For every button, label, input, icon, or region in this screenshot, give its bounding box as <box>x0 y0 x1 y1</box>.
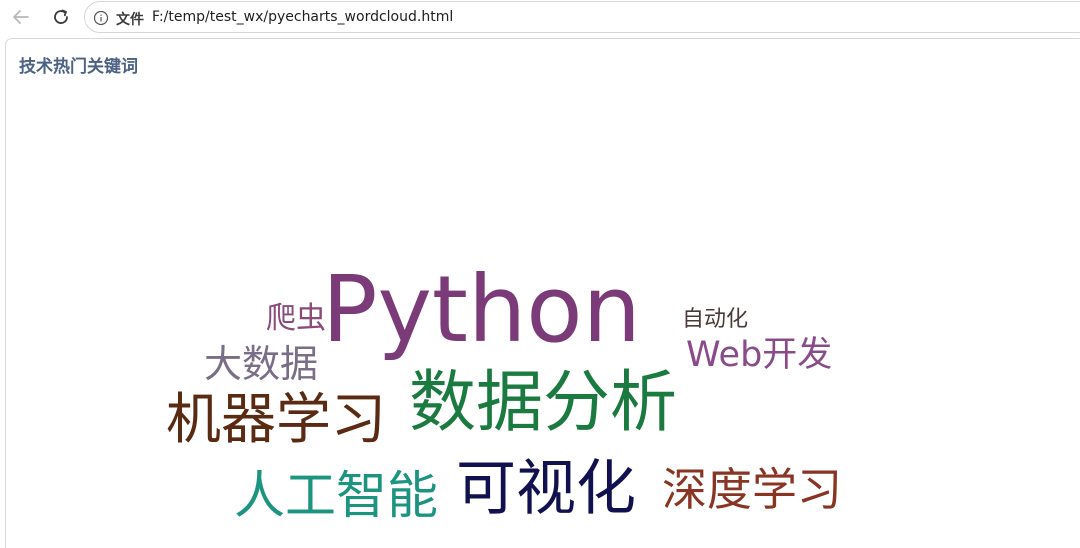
word-0: Python <box>322 256 641 363</box>
reload-button[interactable] <box>49 5 73 29</box>
word-3: 机器学习 <box>166 387 387 451</box>
word-6: 大数据 <box>204 342 319 386</box>
arrow-left-icon <box>13 10 29 24</box>
info-circle-icon[interactable] <box>93 10 109 26</box>
browser-toolbar: 文件 F:/temp/test_wx/pyecharts_wordcloud.h… <box>0 0 1080 36</box>
word-1: 数据分析 <box>409 363 677 441</box>
chart-title: 技术热门关键词 <box>19 57 138 77</box>
reload-icon <box>54 9 68 24</box>
back-button[interactable] <box>9 5 33 29</box>
scheme-label: 文件 <box>116 12 144 28</box>
word-7: Web开发 <box>686 335 833 375</box>
address-bar[interactable]: 文件 F:/temp/test_wx/pyecharts_wordcloud.h… <box>84 1 1080 33</box>
word-8: 爬虫 <box>266 301 326 336</box>
url-text[interactable]: F:/temp/test_wx/pyecharts_wordcloud.html <box>152 9 453 25</box>
word-9: 自动化 <box>682 307 749 332</box>
word-4: 人工智能 <box>234 467 439 526</box>
word-5: 深度学习 <box>662 463 843 516</box>
word-2: 可视化 <box>456 454 636 524</box>
page-content: 技术热门关键词 Python 数据分析可视化 机器学习人工智能 深度学习 大数据 Web开… <box>5 38 1080 548</box>
